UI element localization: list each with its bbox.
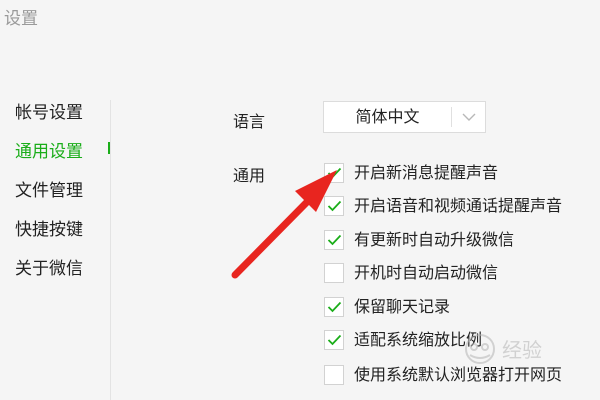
option-label: 开机时自动启动微信 bbox=[354, 263, 499, 282]
red-arrow-annotation bbox=[231, 170, 337, 279]
check-icon bbox=[327, 301, 342, 313]
sidebar-item-shortcuts[interactable]: 快捷按键 bbox=[15, 215, 83, 240]
language-select[interactable]: 简体中文 bbox=[323, 101, 486, 133]
checkbox-system-scaling[interactable] bbox=[324, 330, 344, 350]
check-icon bbox=[327, 334, 342, 346]
option-label: 保留聊天记录 bbox=[354, 297, 451, 316]
sidebar-item-general[interactable]: 通用设置 bbox=[15, 137, 83, 162]
checkbox-default-browser[interactable] bbox=[324, 365, 344, 385]
watermark-logo: 经验 bbox=[465, 334, 542, 364]
watermark-text: 经验 bbox=[502, 338, 542, 362]
option-label: 有更新时自动升级微信 bbox=[354, 230, 515, 249]
sidebar-item-files[interactable]: 文件管理 bbox=[15, 176, 83, 201]
sidebar-item-account[interactable]: 帐号设置 bbox=[15, 98, 83, 123]
language-label: 语言 bbox=[233, 112, 266, 131]
sidebar-item-about[interactable]: 关于微信 bbox=[15, 254, 83, 279]
chevron-down-icon bbox=[462, 113, 476, 121]
checkbox-keep-chat-history[interactable] bbox=[324, 297, 344, 317]
select-divider bbox=[451, 107, 452, 127]
option-label: 开启新消息提醒声音 bbox=[354, 163, 499, 182]
language-value: 简体中文 bbox=[355, 107, 420, 126]
option-label: 开启语音和视频通话提醒声音 bbox=[354, 196, 563, 215]
sidebar-divider bbox=[110, 100, 111, 400]
window-title: 设置 bbox=[4, 9, 38, 29]
